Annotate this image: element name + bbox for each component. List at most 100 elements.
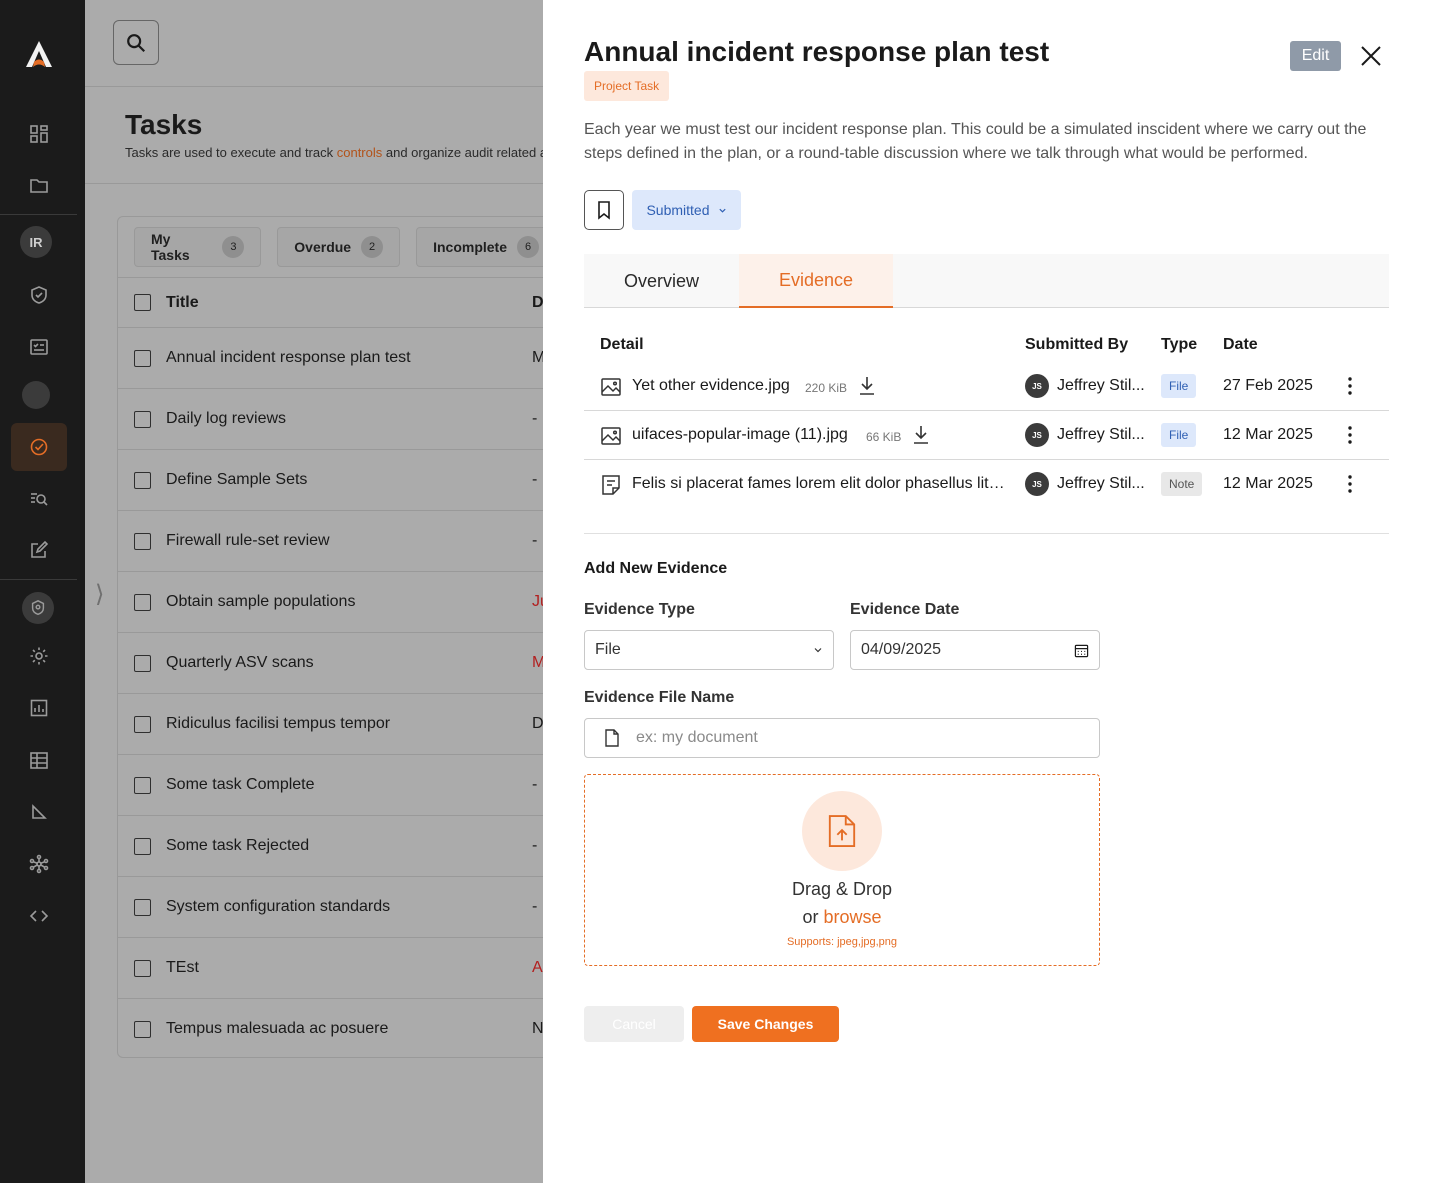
table-row[interactable]: Some task Complete - xyxy=(118,754,543,815)
shield-check-icon[interactable] xyxy=(0,283,77,307)
task-title[interactable]: System configuration standards xyxy=(166,898,390,916)
document-icon xyxy=(605,729,619,747)
evidence-row[interactable]: Felis si placerat fames lorem elit dolor… xyxy=(584,460,1389,509)
bookmark-button[interactable] xyxy=(584,190,624,230)
status-label: Submitted xyxy=(646,202,710,218)
task-title[interactable]: Obtain sample populations xyxy=(166,593,355,611)
table-row[interactable]: Firewall rule-set review - xyxy=(118,510,543,571)
tasks-icon[interactable] xyxy=(0,435,77,459)
table-row[interactable]: Quarterly ASV scans M xyxy=(118,632,543,693)
table-row[interactable]: Tempus malesuada ac posuere N xyxy=(118,998,543,1059)
status-dropdown[interactable]: Submitted xyxy=(632,190,741,230)
row-checkbox[interactable] xyxy=(134,776,151,794)
edit-icon[interactable] xyxy=(0,538,77,562)
evidence-type-select[interactable]: File xyxy=(584,630,834,670)
table-row[interactable]: Obtain sample populations Ju xyxy=(118,571,543,632)
task-title[interactable]: Some task Complete xyxy=(166,776,315,794)
row-checkbox[interactable] xyxy=(134,1020,151,1038)
table-row[interactable]: Some task Rejected - xyxy=(118,815,543,876)
download-icon[interactable] xyxy=(911,424,931,446)
evidence-file-name-field[interactable] xyxy=(584,718,1100,758)
task-title[interactable]: TEst xyxy=(166,959,199,977)
task-title[interactable]: Quarterly ASV scans xyxy=(166,654,314,672)
more-icon[interactable] xyxy=(1342,374,1358,398)
submitted-by: Jeffrey Stil... xyxy=(1057,377,1145,394)
expand-sidebar-icon[interactable]: ⟩ xyxy=(95,580,104,609)
close-icon xyxy=(1361,46,1381,66)
edit-button[interactable]: Edit xyxy=(1290,41,1341,71)
cancel-button[interactable]: Cancel xyxy=(584,1006,684,1042)
row-checkbox[interactable] xyxy=(134,898,151,916)
network-icon[interactable] xyxy=(0,852,77,876)
task-title[interactable]: Daily log reviews xyxy=(166,410,286,428)
row-checkbox[interactable] xyxy=(134,593,151,611)
row-checkbox[interactable] xyxy=(134,959,151,977)
evidence-type-value: File xyxy=(595,641,621,658)
task-title[interactable]: Tempus malesuada ac posuere xyxy=(166,1020,388,1038)
evidence-name[interactable]: Felis si placerat fames lorem elit dolor… xyxy=(632,475,1008,493)
privacy-shield-icon[interactable] xyxy=(22,592,54,624)
task-title[interactable]: Ridiculus facilisi tempus tempor xyxy=(166,715,390,733)
evidence-file-name-input[interactable] xyxy=(636,729,1036,747)
gear-icon[interactable] xyxy=(0,644,77,668)
folder-icon[interactable] xyxy=(0,174,77,198)
panel-tabs: Overview Evidence xyxy=(584,254,1389,308)
row-checkbox[interactable] xyxy=(134,532,151,550)
logo-icon[interactable] xyxy=(0,36,77,72)
code-icon[interactable] xyxy=(0,904,77,928)
row-checkbox[interactable] xyxy=(134,471,151,489)
filter-count: 3 xyxy=(222,236,245,258)
select-all-checkbox[interactable] xyxy=(134,294,151,311)
download-icon[interactable] xyxy=(857,375,877,397)
calendar-icon[interactable] xyxy=(1074,643,1089,658)
task-due-cell: - xyxy=(532,532,538,549)
table-row[interactable]: Annual incident response plan test M xyxy=(118,327,543,388)
row-checkbox[interactable] xyxy=(134,715,151,733)
evidence-row[interactable]: uifaces-popular-image (11).jpg 66 KiB JS… xyxy=(584,411,1389,460)
table-row[interactable]: System configuration standards - xyxy=(118,876,543,937)
ruler-icon[interactable] xyxy=(0,800,77,824)
filter-incomplete[interactable]: Incomplete 6 xyxy=(416,227,543,267)
table-row[interactable]: Daily log reviews - xyxy=(118,388,543,449)
evidence-name[interactable]: Yet other evidence.jpg xyxy=(632,377,790,395)
audit-search-icon[interactable] xyxy=(0,487,77,511)
evidence-name[interactable]: uifaces-popular-image (11).jpg xyxy=(632,426,848,444)
table-row[interactable]: Ridiculus facilisi tempus tempor D xyxy=(118,693,543,754)
row-checkbox[interactable] xyxy=(134,410,151,428)
table-row[interactable]: Define Sample Sets - xyxy=(118,449,543,510)
task-title[interactable]: Define Sample Sets xyxy=(166,471,307,489)
avatar[interactable]: IR xyxy=(20,226,52,258)
filter-label: My Tasks xyxy=(151,231,190,263)
save-changes-button[interactable]: Save Changes xyxy=(692,1006,839,1042)
row-checkbox[interactable] xyxy=(134,654,151,672)
task-title[interactable]: Annual incident response plan test xyxy=(166,349,411,367)
dashboard-icon[interactable] xyxy=(0,122,77,146)
more-icon[interactable] xyxy=(1342,472,1358,496)
column-header-d[interactable]: D xyxy=(532,294,543,312)
search-button[interactable] xyxy=(113,20,159,65)
building-icon[interactable] xyxy=(0,748,77,772)
task-type-badge: Project Task xyxy=(584,71,670,101)
row-checkbox[interactable] xyxy=(134,837,151,855)
task-title[interactable]: Firewall rule-set review xyxy=(166,532,330,550)
table-row[interactable]: TEst A xyxy=(118,937,543,998)
avatar: JS xyxy=(1025,374,1049,398)
task-title[interactable]: Some task Rejected xyxy=(166,837,309,855)
file-dropzone[interactable]: Drag & Drop or browse Supports: jpeg,jpg… xyxy=(584,774,1100,966)
evidence-date-input[interactable]: 04/09/2025 xyxy=(850,630,1100,670)
supported-formats: Supports: jpeg,jpg,png xyxy=(786,936,898,948)
filter-my-tasks[interactable]: My Tasks 3 xyxy=(134,227,262,267)
checklist-icon[interactable] xyxy=(0,335,77,359)
divider xyxy=(584,533,1389,534)
evidence-row[interactable]: Yet other evidence.jpg 220 KiB JS Jeffre… xyxy=(584,362,1389,411)
close-button[interactable] xyxy=(1359,44,1383,68)
controls-link[interactable]: controls xyxy=(337,145,383,160)
tab-evidence[interactable]: Evidence xyxy=(739,254,894,308)
reports-icon[interactable] xyxy=(0,696,77,720)
browse-link[interactable]: browse xyxy=(823,907,881,927)
filter-overdue[interactable]: Overdue 2 xyxy=(277,227,401,267)
column-header-title[interactable]: Title xyxy=(166,294,199,312)
more-icon[interactable] xyxy=(1342,423,1358,447)
row-checkbox[interactable] xyxy=(134,349,151,367)
tab-overview[interactable]: Overview xyxy=(584,254,739,308)
